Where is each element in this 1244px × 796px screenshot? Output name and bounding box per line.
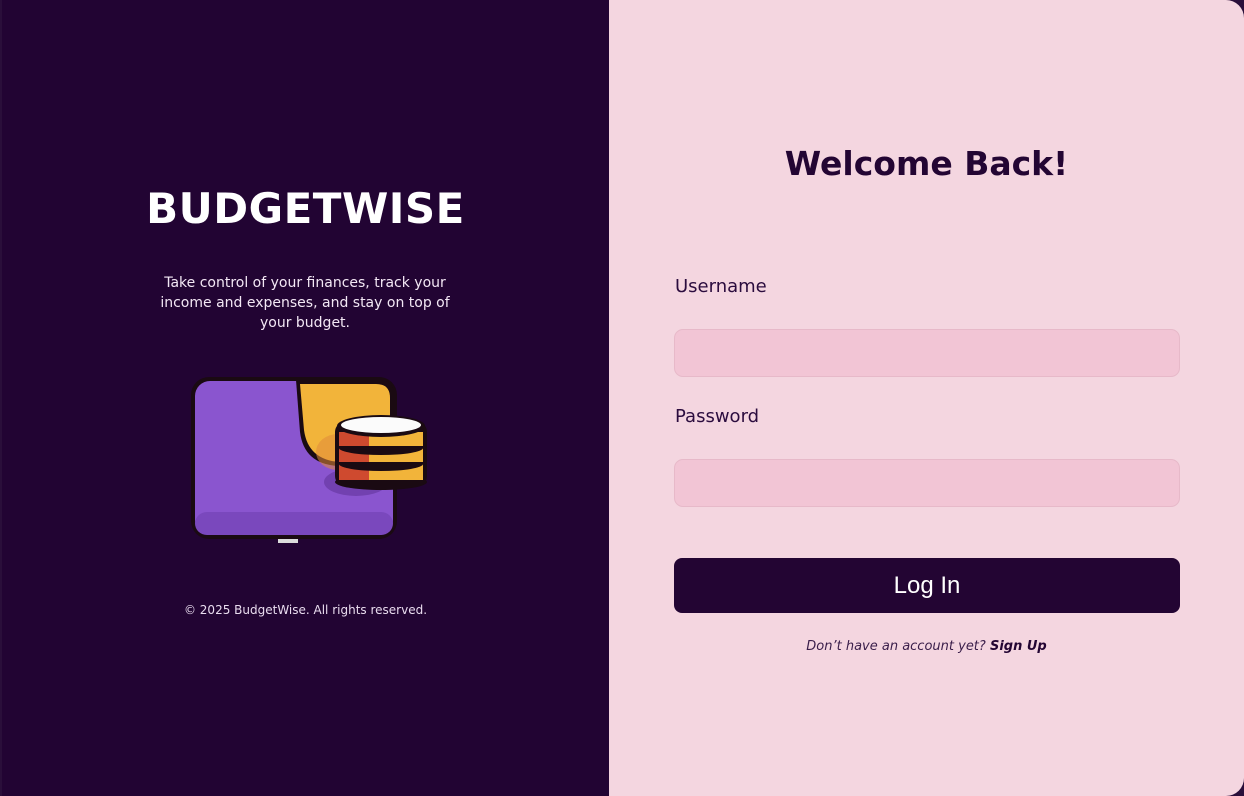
password-label: Password xyxy=(675,406,760,427)
signup-prompt-line: Don’t have an account yet? Sign Up xyxy=(609,639,1244,654)
welcome-heading: Welcome Back! xyxy=(784,144,1069,183)
brand-tagline: Take control of your finances, track you… xyxy=(160,275,450,331)
app-window: BUDGETWISE Take control of your finances… xyxy=(0,0,1244,796)
username-label: Username xyxy=(675,276,767,297)
brand-panel: BUDGETWISE Take control of your finances… xyxy=(2,0,609,796)
signup-link[interactable]: Sign Up xyxy=(990,639,1047,654)
password-input[interactable] xyxy=(674,459,1180,507)
copyright-text: © 2025 BudgetWise. All rights reserved. xyxy=(183,603,428,617)
login-button[interactable]: Log In xyxy=(674,558,1180,613)
wallet-coins-icon xyxy=(191,377,427,543)
username-input[interactable] xyxy=(674,329,1180,377)
login-panel: Welcome Back! Username Password Log In D… xyxy=(609,0,1244,796)
brand-title: BUDGETWISE xyxy=(146,184,465,233)
signup-prompt-text: Don’t have an account yet? xyxy=(806,639,986,654)
